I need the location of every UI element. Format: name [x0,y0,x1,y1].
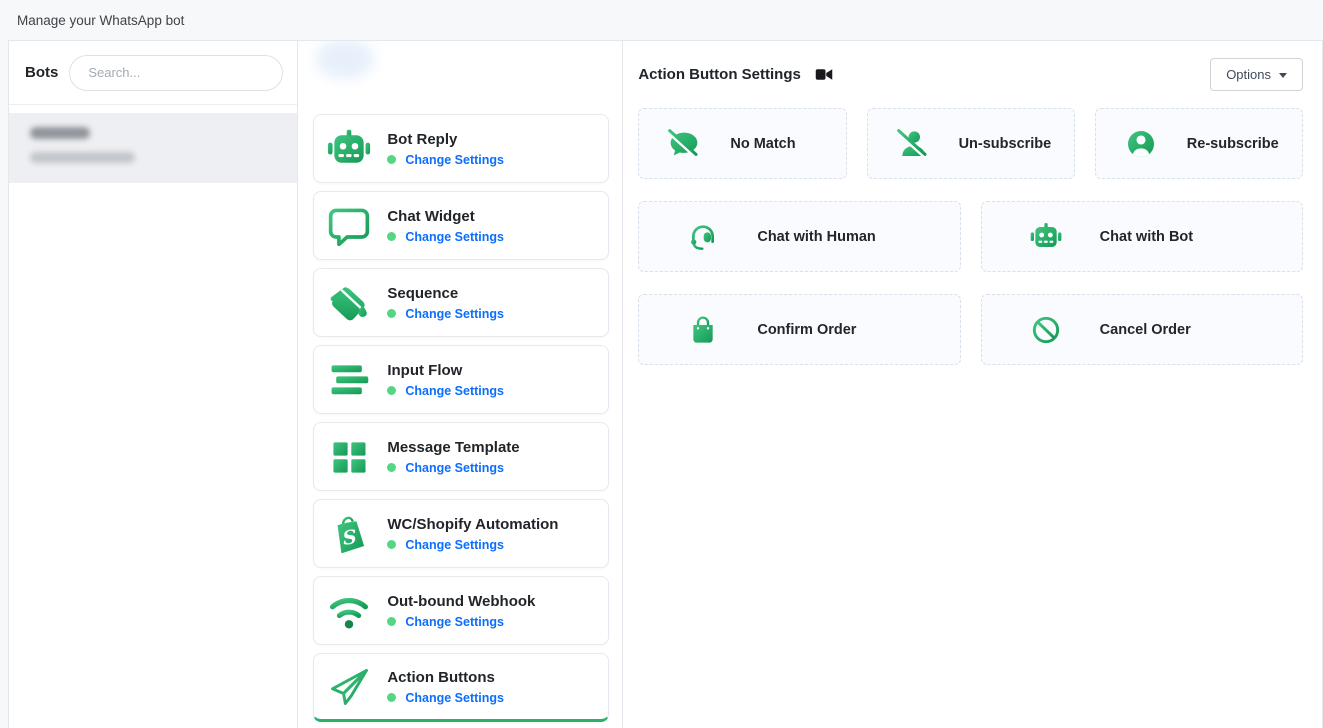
action-button-un-subscribe[interactable]: Un-subscribe [867,108,1075,179]
feature-title: Bot Reply [387,131,504,148]
bars-icon [327,358,371,402]
feature-title: Action Buttons [387,669,504,686]
feature-card-sequence[interactable]: Sequence Change Settings [313,268,609,337]
status-dot-icon [387,540,396,549]
features-column: Bot Reply Change Settings Chat Widget Ch… [298,41,623,728]
action-label: Cancel Order [1100,322,1191,338]
feature-title: Message Template [387,439,519,456]
change-settings-link[interactable]: Change Settings [387,384,504,398]
action-label: Chat with Bot [1100,229,1193,245]
status-dot-icon [387,386,396,395]
wifi-icon [327,589,371,633]
robot-icon [327,127,371,171]
grid-icon [327,435,371,479]
video-camera-icon[interactable] [815,67,833,82]
action-button-no-match[interactable]: No Match [638,108,846,179]
feature-card-chat-widget[interactable]: Chat Widget Change Settings [313,191,609,260]
feature-card-action-buttons[interactable]: Action Buttons Change Settings [313,653,609,722]
shopify-icon: S [327,512,371,556]
action-row-2: Chat with Human Chat with Bot [638,201,1303,272]
action-label: Confirm Order [757,322,856,338]
action-label: Re-subscribe [1187,136,1279,152]
bot-name-redacted [30,127,90,139]
topbar: Manage your WhatsApp bot [0,0,1323,40]
status-dot-icon [387,309,396,318]
change-settings-link[interactable]: Change Settings [387,153,504,167]
bot-search-input[interactable] [69,55,283,91]
feature-title: Input Flow [387,362,504,379]
feature-card-bot-reply[interactable]: Bot Reply Change Settings [313,114,609,183]
feature-card-message-template[interactable]: Message Template Change Settings [313,422,609,491]
action-label: Chat with Human [757,229,875,245]
action-label: No Match [730,136,795,152]
status-dot-icon [387,463,396,472]
feature-title: Out-bound Webhook [387,593,535,610]
action-button-cancel-order[interactable]: Cancel Order [981,294,1303,365]
feature-title: Sequence [387,285,504,302]
bots-sidebar: Bots [8,41,298,728]
change-settings-link[interactable]: Change Settings [387,307,504,321]
user-circle-icon [1125,128,1157,160]
feature-title: WC/Shopify Automation [387,516,558,533]
feature-card-shopify-automation[interactable]: S WC/Shopify Automation Change Settings [313,499,609,568]
status-dot-icon [387,617,396,626]
change-settings-link[interactable]: Change Settings [387,461,519,475]
feature-card-outbound-webhook[interactable]: Out-bound Webhook Change Settings [313,576,609,645]
bot-phone-redacted [30,152,135,163]
user-slash-icon [897,128,929,160]
action-label: Un-subscribe [959,136,1052,152]
comment-icon [327,204,371,248]
blurred-avatar-blob [316,41,374,79]
status-dot-icon [387,693,396,702]
panel-header: Action Button Settings Options [638,41,1303,108]
bot-list-item[interactable] [9,113,297,183]
ban-icon [1030,314,1062,346]
action-button-confirm-order[interactable]: Confirm Order [638,294,960,365]
shopping-bag-icon [687,314,719,346]
change-settings-link[interactable]: Change Settings [387,691,504,705]
bots-title: Bots [25,64,58,81]
change-settings-link[interactable]: Change Settings [387,230,504,244]
action-button-re-subscribe[interactable]: Re-subscribe [1095,108,1303,179]
paper-plane-icon [327,665,371,709]
status-dot-icon [387,232,396,241]
action-button-settings-panel: Action Button Settings Options No Match [623,41,1323,728]
action-button-chat-with-bot[interactable]: Chat with Bot [981,201,1303,272]
fill-drip-icon [327,281,371,325]
svg-text:S: S [342,525,359,550]
comment-slash-icon [668,128,700,160]
bots-sidebar-header: Bots [9,41,297,105]
status-dot-icon [387,155,396,164]
action-button-chat-with-human[interactable]: Chat with Human [638,201,960,272]
feature-card-input-flow[interactable]: Input Flow Change Settings [313,345,609,414]
headset-icon [687,221,719,253]
chevron-down-icon [1279,73,1287,78]
feature-title: Chat Widget [387,208,504,225]
panel-title: Action Button Settings [638,66,800,83]
change-settings-link[interactable]: Change Settings [387,538,558,552]
options-button[interactable]: Options [1210,58,1303,91]
page-title: Manage your WhatsApp bot [17,13,184,28]
action-row-1: No Match Un-subscribe [638,108,1303,179]
app-shell: Bots Bot Reply [8,40,1323,728]
action-row-3: Confirm Order Cancel Order [638,294,1303,365]
robot-icon [1030,221,1062,253]
change-settings-link[interactable]: Change Settings [387,615,535,629]
